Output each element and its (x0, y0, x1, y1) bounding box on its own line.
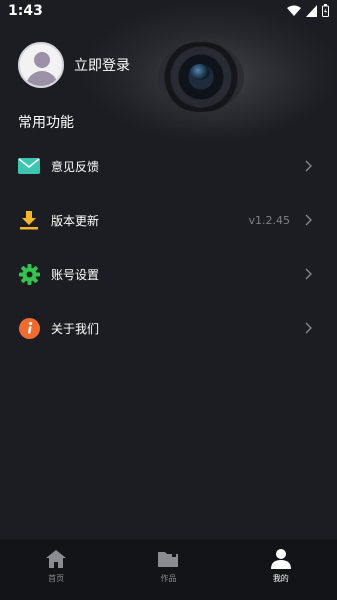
tab-label: 首页 (48, 574, 65, 583)
chevron-right-icon (305, 160, 312, 172)
folder-icon (158, 552, 179, 567)
avatar-head (34, 52, 50, 68)
tab-mine[interactable]: 我的 (225, 539, 337, 600)
tab-label: 我的 (272, 574, 289, 583)
chevron-right-icon (305, 214, 312, 226)
info-icon (18, 317, 40, 339)
camera-lens-image (158, 42, 244, 112)
tab-home[interactable]: 首页 (0, 539, 112, 600)
menu-item-account-settings[interactable]: 账号设置 (0, 247, 337, 301)
status-time: 1:43 (8, 3, 43, 19)
avatar[interactable] (18, 42, 64, 88)
menu-label: 账号设置 (51, 267, 100, 282)
version-text: v1.2.45 (248, 213, 291, 227)
chevron-right-icon (305, 268, 312, 280)
function-menu: 意见反馈 版本更新 v1.2.45 账号设置 关于我们 (0, 139, 337, 355)
section-title: 常用功能 (18, 115, 74, 131)
menu-item-update[interactable]: 版本更新 v1.2.45 (0, 193, 337, 247)
gear-icon (18, 263, 40, 285)
user-icon (270, 549, 291, 569)
signal-icon (306, 4, 317, 17)
menu-label: 版本更新 (51, 213, 100, 228)
home-icon (46, 550, 67, 568)
status-bar: 1:43 (0, 0, 337, 24)
menu-item-feedback[interactable]: 意见反馈 (0, 139, 337, 193)
status-icons (287, 4, 329, 17)
bottom-tab-bar: 首页 作品 我的 (0, 539, 337, 600)
download-icon (18, 209, 40, 231)
login-link[interactable]: 立即登录 (74, 55, 130, 75)
wifi-icon (287, 5, 301, 16)
tab-works[interactable]: 作品 (112, 539, 224, 600)
tab-label: 作品 (160, 574, 177, 583)
menu-item-about-us[interactable]: 关于我们 (0, 301, 337, 355)
mail-icon (18, 155, 40, 177)
avatar-body (26, 71, 58, 86)
profile-screen: 1:43 立即登录 常用功能 意见反馈 版本更新 v1.2.45 账号设置 关于… (0, 0, 337, 600)
menu-label: 意见反馈 (51, 159, 100, 174)
battery-icon (322, 4, 329, 17)
menu-label: 关于我们 (51, 321, 100, 336)
profile-header[interactable]: 立即登录 (18, 41, 130, 89)
chevron-right-icon (305, 322, 312, 334)
